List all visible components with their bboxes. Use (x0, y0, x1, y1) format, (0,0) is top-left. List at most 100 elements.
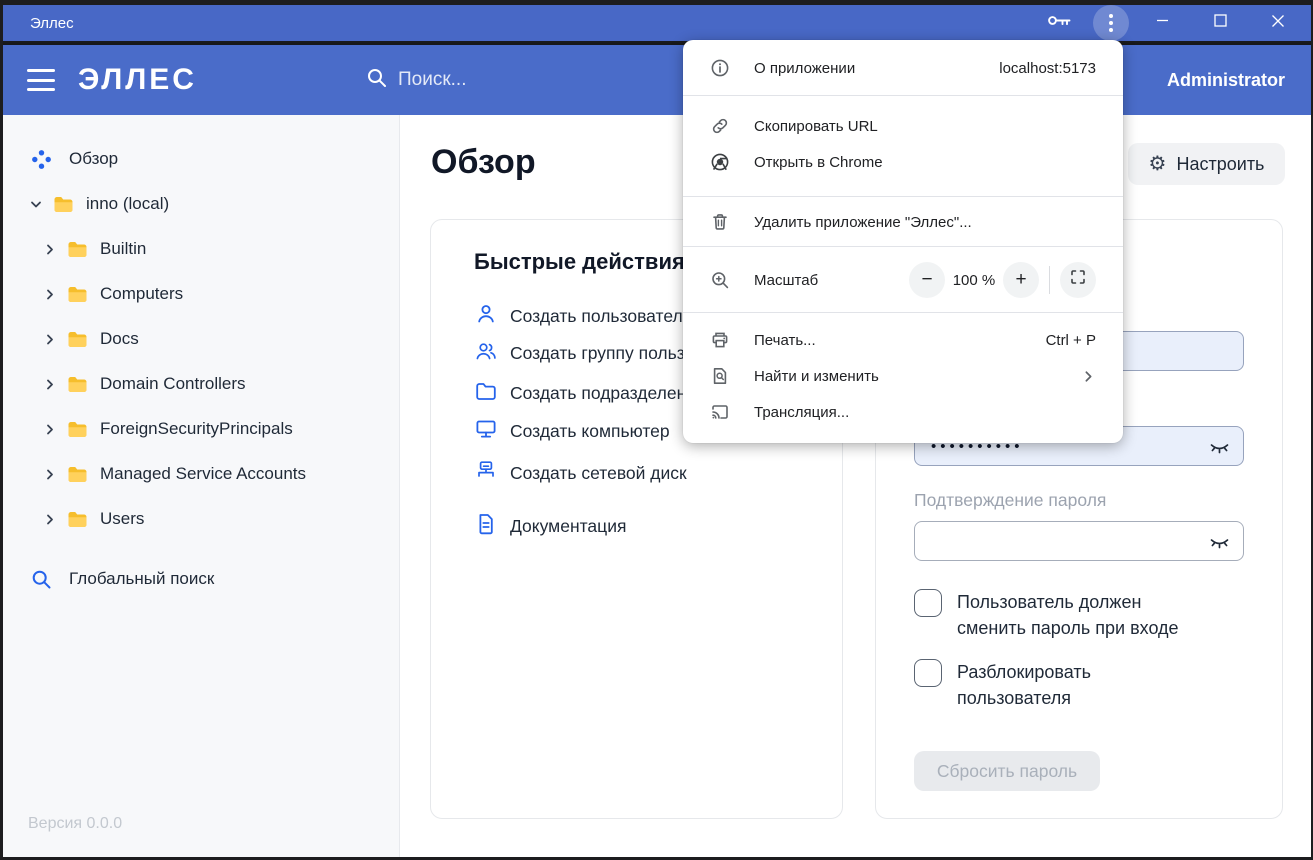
create-network-drive-action[interactable]: Создать сетевой диск (474, 459, 687, 487)
sidebar-item-users[interactable]: Users (43, 501, 144, 537)
chevron-right-icon (1081, 369, 1096, 384)
sidebar-item-global-search[interactable]: Глобальный поиск (30, 561, 214, 597)
folder-icon (67, 241, 88, 258)
printer-icon (710, 330, 730, 350)
chrome-icon (710, 152, 730, 172)
chevron-right-icon (43, 422, 57, 437)
print-shortcut: Ctrl + P (1046, 332, 1096, 349)
configure-button[interactable]: ⚙ Настроить (1128, 143, 1285, 185)
app-window: Эллес ЭЛЛЕС (0, 0, 1313, 860)
link-icon (710, 116, 730, 136)
search-icon (30, 568, 53, 591)
app-menu-button[interactable] (1093, 5, 1129, 41)
close-button[interactable] (1255, 5, 1301, 41)
create-ou-action[interactable]: Создать подразделение (474, 379, 706, 407)
documentation-link[interactable]: Документация (474, 512, 626, 540)
menu-item-find-edit[interactable]: Найти и изменить (683, 358, 1123, 394)
menu-item-zoom: Масштаб − 100 % + (683, 262, 1123, 298)
zoom-out-button[interactable]: − (909, 262, 945, 298)
checkbox-icon[interactable] (914, 659, 942, 687)
zoom-icon (710, 270, 730, 290)
divider (1049, 266, 1050, 294)
folder-icon (53, 196, 74, 213)
create-computer-action[interactable]: Создать компьютер (474, 417, 670, 445)
passkey-button[interactable] (1037, 5, 1083, 41)
sidebar-item-computers[interactable]: Computers (43, 276, 183, 312)
folder-icon (67, 376, 88, 393)
maximize-button[interactable] (1197, 5, 1243, 41)
reset-password-button[interactable]: Сбросить пароль (914, 751, 1100, 791)
titlebar: Эллес (0, 5, 1313, 43)
window-edge (0, 0, 3, 860)
network-drive-icon (474, 459, 498, 488)
minimize-icon (1156, 14, 1169, 32)
menu-item-uninstall[interactable]: Удалить приложение "Эллес"... (683, 204, 1123, 240)
chevron-right-icon (43, 287, 57, 302)
sidebar-item-domain[interactable]: inno (local) (29, 186, 169, 222)
fullscreen-icon (1070, 269, 1086, 291)
search-icon (365, 66, 389, 95)
chevron-right-icon (43, 377, 57, 392)
maximize-icon (1214, 14, 1227, 32)
sidebar-item-builtin[interactable]: Builtin (43, 231, 146, 267)
menu-item-about[interactable]: О приложении localhost:5173 (683, 50, 1123, 86)
create-user-action[interactable]: Создать пользователя (474, 302, 692, 330)
confirm-password-label: Подтверждение пароля (914, 490, 1106, 511)
sidebar: Обзор inno (local) Builtin Computers Doc… (0, 115, 400, 860)
app-origin: localhost:5173 (999, 60, 1096, 77)
window-edge (0, 0, 1313, 5)
chevron-down-icon (29, 197, 43, 212)
sidebar-item-domain-controllers[interactable]: Domain Controllers (43, 366, 246, 402)
unlock-user-checkbox[interactable]: Разблокировать пользователя (914, 659, 1209, 711)
confirm-password-field[interactable] (914, 521, 1244, 561)
folder-icon (67, 511, 88, 528)
chevron-right-icon (43, 512, 57, 527)
checkbox-icon[interactable] (914, 589, 942, 617)
menu-item-cast[interactable]: Трансляция... (683, 394, 1123, 430)
overview-icon (30, 148, 53, 171)
chevron-right-icon (43, 332, 57, 347)
folder-outline-icon (474, 379, 498, 408)
folder-icon (67, 466, 88, 483)
search-input[interactable]: Поиск... (365, 66, 467, 95)
zoom-in-button[interactable]: + (1003, 262, 1039, 298)
sidebar-item-docs[interactable]: Docs (43, 321, 139, 357)
gear-icon: ⚙ (1149, 154, 1167, 174)
chrome-app-menu: О приложении localhost:5173 Скопировать … (683, 40, 1123, 443)
sidebar-item-foreign-security-principals[interactable]: ForeignSecurityPrincipals (43, 411, 293, 447)
eye-closed-icon[interactable] (1208, 531, 1231, 558)
window-title: Эллес (30, 15, 74, 32)
passkey-icon (1047, 13, 1073, 33)
page-title: Обзор (431, 143, 536, 182)
fullscreen-button[interactable] (1060, 262, 1096, 298)
monitor-icon (474, 417, 498, 446)
users-group-icon (474, 339, 498, 368)
find-in-page-icon (710, 366, 730, 386)
close-icon (1271, 14, 1285, 33)
must-change-password-checkbox[interactable]: Пользователь должен сменить пароль при в… (914, 589, 1209, 641)
folder-icon (67, 331, 88, 348)
minimize-button[interactable] (1139, 5, 1185, 41)
search-placeholder: Поиск... (398, 69, 467, 91)
cast-icon (710, 402, 730, 422)
sidebar-item-managed-service-accounts[interactable]: Managed Service Accounts (43, 456, 306, 492)
menu-item-print[interactable]: Печать... Ctrl + P (683, 322, 1123, 358)
app-version: Версия 0.0.0 (28, 815, 122, 833)
hamburger-menu-button[interactable] (27, 69, 55, 91)
chevron-right-icon (43, 242, 57, 257)
folder-icon (67, 286, 88, 303)
zoom-level: 100 % (945, 272, 1003, 289)
info-icon (710, 58, 730, 78)
current-user[interactable]: Administrator (1167, 70, 1285, 91)
document-icon (474, 512, 498, 541)
user-icon (474, 302, 498, 331)
eye-closed-icon[interactable] (1208, 436, 1231, 463)
kebab-menu-icon (1109, 14, 1113, 18)
folder-icon (67, 421, 88, 438)
app-logo: ЭЛЛЕС (78, 63, 197, 97)
sidebar-item-overview[interactable]: Обзор (30, 141, 118, 177)
menu-item-open-in-chrome[interactable]: Открыть в Chrome (683, 144, 1123, 180)
chevron-right-icon (43, 467, 57, 482)
menu-item-copy-url[interactable]: Скопировать URL (683, 108, 1123, 144)
trash-icon (710, 212, 730, 232)
